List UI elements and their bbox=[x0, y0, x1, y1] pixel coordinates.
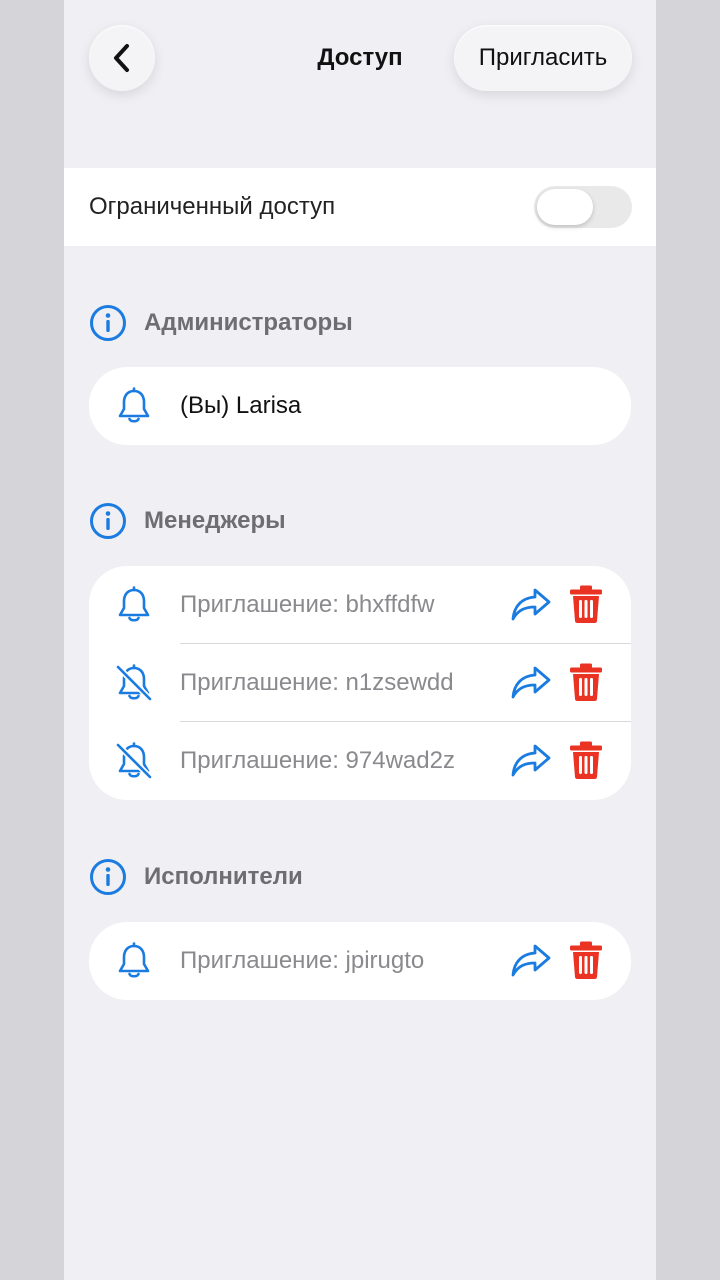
restricted-access-row: Ограниченный доступ bbox=[64, 168, 656, 246]
bell-off-icon[interactable] bbox=[114, 741, 154, 781]
trash-icon[interactable] bbox=[569, 584, 603, 624]
member-name: (Вы) Larisa bbox=[180, 392, 302, 419]
back-button[interactable] bbox=[89, 25, 155, 91]
info-icon[interactable] bbox=[89, 502, 127, 540]
trash-icon[interactable] bbox=[569, 940, 603, 980]
list-item[interactable]: Приглашение: jpirugto bbox=[89, 922, 631, 1000]
invite-button[interactable]: Пригласить bbox=[454, 25, 632, 91]
admins-card: (Вы) Larisa bbox=[89, 367, 631, 445]
list-item[interactable]: Приглашение: 974wad2z bbox=[89, 722, 631, 800]
share-icon[interactable] bbox=[509, 664, 553, 702]
bell-icon[interactable] bbox=[114, 585, 154, 625]
share-icon[interactable] bbox=[509, 586, 553, 624]
restricted-access-toggle[interactable] bbox=[534, 186, 632, 228]
section-header-managers: Менеджеры bbox=[89, 501, 286, 541]
list-item[interactable]: (Вы) Larisa bbox=[89, 367, 631, 445]
share-icon[interactable] bbox=[509, 942, 553, 980]
section-header-admins: Администраторы bbox=[89, 303, 353, 343]
bell-icon[interactable] bbox=[114, 941, 154, 981]
toggle-knob bbox=[537, 189, 593, 225]
managers-card: Приглашение: bhxffdfw Приглашение: n1zse… bbox=[89, 566, 631, 800]
section-title-managers: Менеджеры bbox=[144, 507, 286, 534]
invitation-label: Приглашение: jpirugto bbox=[180, 947, 425, 974]
bell-icon[interactable] bbox=[114, 386, 154, 426]
section-title-admins: Администраторы bbox=[144, 309, 353, 336]
restricted-access-label: Ограниченный доступ bbox=[89, 193, 336, 220]
chevron-left-icon bbox=[114, 44, 129, 72]
info-icon[interactable] bbox=[89, 304, 127, 342]
info-icon[interactable] bbox=[89, 858, 127, 896]
section-title-executors: Исполнители bbox=[144, 863, 303, 890]
bell-off-icon[interactable] bbox=[114, 663, 154, 703]
access-screen: Доступ Пригласить Ограниченный доступ Ад… bbox=[64, 0, 656, 1280]
invitation-label: Приглашение: 974wad2z bbox=[180, 747, 455, 774]
trash-icon[interactable] bbox=[569, 662, 603, 702]
invitation-label: Приглашение: n1zsewdd bbox=[180, 669, 454, 696]
list-item[interactable]: Приглашение: bhxffdfw bbox=[89, 566, 631, 644]
list-item[interactable]: Приглашение: n1zsewdd bbox=[89, 644, 631, 722]
section-header-executors: Исполнители bbox=[89, 857, 303, 897]
executors-card: Приглашение: jpirugto bbox=[89, 922, 631, 1000]
trash-icon[interactable] bbox=[569, 740, 603, 780]
share-icon[interactable] bbox=[509, 742, 553, 780]
page-title: Доступ bbox=[317, 44, 403, 71]
invitation-label: Приглашение: bhxffdfw bbox=[180, 591, 435, 618]
